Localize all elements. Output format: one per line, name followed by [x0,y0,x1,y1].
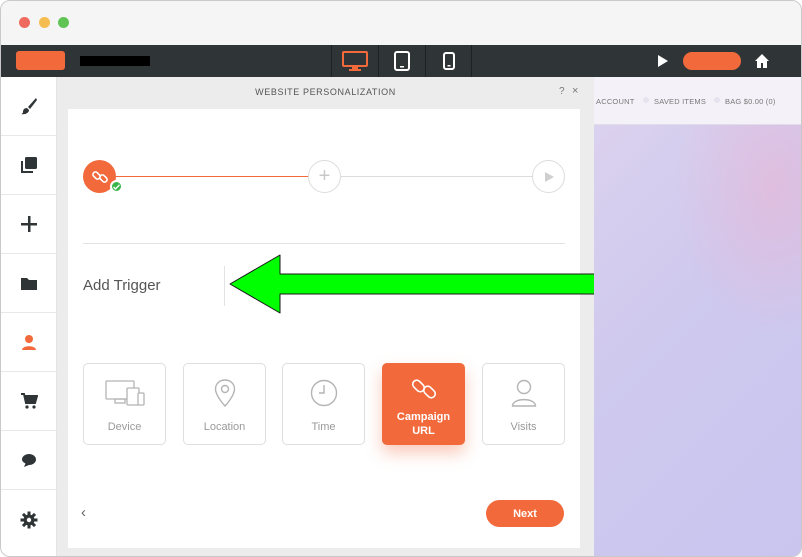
tile-label: Location [203,421,246,433]
plus-icon: + [318,165,331,187]
clock-icon [310,379,337,407]
preview-nav-bag[interactable]: BAG $0.00 (0) [725,97,776,106]
tile-label: Time [311,421,336,433]
chat-bubble-icon [22,454,36,467]
sidebar-item-add[interactable] [1,195,57,254]
trigger-option-device[interactable]: Device [83,363,166,445]
gear-icon [20,511,38,528]
sidebar-item-store[interactable] [1,372,57,431]
person-icon [22,334,36,350]
device-switcher [331,45,472,77]
copy-pages-icon [21,157,37,173]
trigger-option-location[interactable]: Location [183,363,266,445]
preview-nav-dot [643,97,649,103]
vertical-separator [224,266,225,306]
home-icon[interactable] [753,52,771,70]
paintbrush-icon [21,98,37,115]
desktop-icon [342,51,368,71]
desktop-view-button[interactable] [331,45,378,77]
minimize-window-button[interactable] [39,17,50,28]
sidebar-item-design[interactable] [1,77,57,136]
play-icon [544,171,554,182]
help-icon[interactable]: ? [559,86,565,97]
maximize-window-button[interactable] [58,17,69,28]
plus-icon [21,216,37,232]
section-divider [83,243,565,244]
tile-label: Campaign URL [396,411,451,437]
close-icon[interactable]: × [572,85,578,97]
close-window-button[interactable] [19,17,30,28]
link-icon [91,170,108,183]
sidebar-item-chat[interactable] [1,431,57,490]
preview-nav-account[interactable]: ACCOUNT [596,97,634,106]
next-button[interactable]: Next [486,500,564,527]
tile-label: Visits [510,421,537,433]
annotation-arrow [229,254,637,314]
sidebar-item-personalization[interactable] [1,313,64,372]
site-preview [594,77,801,556]
editor-sidebar [1,77,64,556]
location-pin-icon [214,379,235,407]
editor-toolbar [1,45,801,77]
brand-logo[interactable] [16,51,65,70]
cart-icon [21,393,38,409]
link-icon [411,379,436,399]
tablet-view-button[interactable] [378,45,425,77]
back-button[interactable]: ‹ [81,504,86,521]
check-icon [110,180,123,193]
window-titlebar [1,1,801,45]
redacted-site-name [80,56,150,66]
preview-play-icon[interactable] [654,53,670,69]
trigger-option-time[interactable]: Time [282,363,365,445]
mobile-view-button[interactable] [425,45,472,77]
preview-nav-saved-items[interactable]: SAVED ITEMS [654,97,706,106]
sidebar-item-settings[interactable] [1,490,57,549]
preview-nav-dot [714,97,720,103]
step-add-action[interactable]: + [308,160,341,193]
tile-label: Device [107,421,142,433]
add-trigger-heading: Add Trigger [83,277,161,294]
step-progress-line-complete [113,176,309,177]
tablet-icon [394,51,410,71]
trigger-option-visits[interactable]: Visits [482,363,565,445]
mobile-icon [442,52,455,70]
folder-icon [21,277,37,290]
panel-title: WEBSITE PERSONALIZATION [255,87,396,97]
sidebar-item-pages[interactable] [1,136,57,195]
device-icon [104,380,145,406]
app-window: WEBSITE PERSONALIZATION ? × + Add Trigge… [0,0,802,557]
step-progress-line-pending [341,176,533,177]
sidebar-item-files[interactable] [1,254,57,313]
trigger-option-campaign-url[interactable]: Campaign URL [382,363,465,445]
user-icon [511,379,536,407]
step-publish[interactable] [532,160,565,193]
publish-button[interactable] [683,52,741,70]
